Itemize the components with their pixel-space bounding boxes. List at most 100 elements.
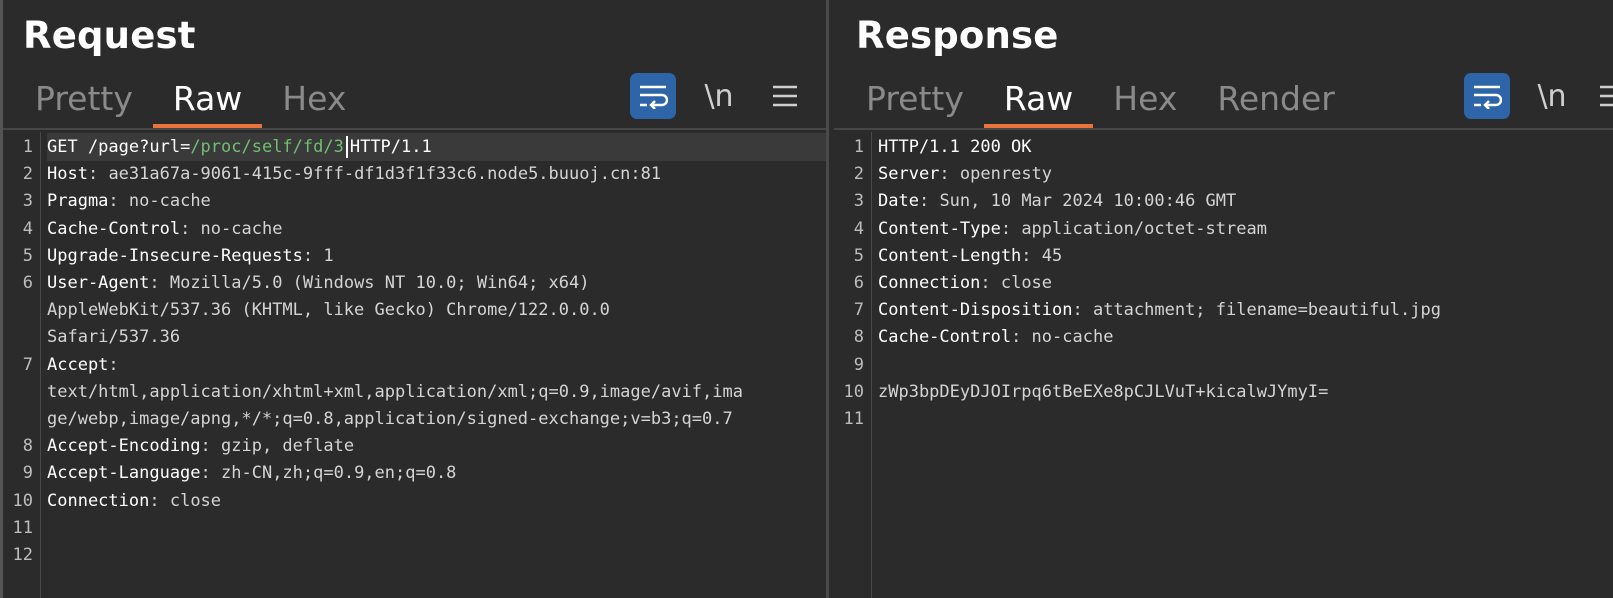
line-number: 4 [22, 218, 33, 239]
header-value: application/octet-stream [1021, 218, 1267, 239]
code-line: Date: Sun, 10 Mar 2024 10:00:46 GMT [878, 191, 1237, 212]
response-tabs: Pretty Raw Hex Render [846, 78, 1355, 128]
code-line: Accept-Encoding: gzip, deflate [47, 436, 355, 457]
line-number: 9 [22, 463, 33, 484]
line-number: 7 [853, 300, 864, 321]
header-name: Cache-Control [878, 327, 1012, 348]
request-menu-button[interactable] [762, 73, 808, 119]
line-number: 3 [853, 191, 864, 212]
header-value: zh-CN,zh;q=0.9,en;q=0.8 [221, 463, 457, 484]
code-line: Accept-Language: zh-CN,zh;q=0.9,en;q=0.8 [47, 463, 457, 484]
request-line-text: GET /page? [47, 137, 150, 157]
response-tab-raw[interactable]: Raw [983, 78, 1094, 128]
line-number: 7 [22, 354, 33, 375]
header-value: attachment; filename=beautiful.jpg [1092, 300, 1441, 321]
code-line: Cache-Control: no-cache [47, 218, 283, 239]
line-text: ge/webp,image/apng,*/*;q=0.8,application… [47, 409, 733, 429]
code-line: text/html,application/xhtml+xml,applicat… [47, 378, 828, 406]
line-number: 4 [853, 218, 864, 239]
header-name: Content-Type [878, 218, 1001, 239]
header-value: 45 [1041, 245, 1063, 266]
request-tabs: Pretty Raw Hex [15, 78, 366, 128]
code-line: Pragma: no-cache [47, 191, 211, 212]
header-name: Pragma [47, 191, 109, 212]
text-caret [345, 136, 348, 158]
response-code[interactable]: HTTP/1.1 200 OK Server: openresty Date: Su… [878, 132, 1613, 598]
request-editor[interactable]: 1 2 3 4 5 6 7 8 9 10 11 12 GET /page?url=/proc/self… [3, 132, 828, 598]
header-name: Server [878, 164, 940, 185]
response-tab-hex[interactable]: Hex [1093, 78, 1197, 128]
line-number: 1 [22, 137, 33, 157]
code-line: zWp3bpDEyDJOIrpq6tBeEXe8pCJLVuT+kicalwJY… [878, 378, 1613, 406]
header-name: Connection [878, 273, 981, 293]
header-value: 1 [323, 245, 334, 266]
response-line-gutter: 1 2 3 4 5 6 7 8 9 10 11 [834, 132, 872, 598]
code-line: Content-Disposition: attachment; filenam… [878, 300, 1441, 321]
code-line: GET /page?url=/proc/self/fd/3 HTTP/1.1 [47, 133, 828, 161]
line-text: Safari/537.36 [47, 327, 181, 348]
response-editor[interactable]: 1 2 3 4 5 6 7 8 9 10 11 HTTP/1.1 200 OK Server: ope… [834, 132, 1613, 598]
response-wrap-button[interactable] [1464, 73, 1510, 119]
request-line-text: HTTP/1.1 [349, 137, 432, 157]
request-tab-pretty[interactable]: Pretty [15, 78, 153, 128]
line-number: 8 [22, 436, 33, 457]
header-value: close [169, 490, 222, 511]
header-name: Accept-Encoding [47, 436, 201, 457]
line-number: 5 [853, 245, 864, 266]
code-line: Safari/537.36 [47, 323, 828, 351]
line-number: 6 [22, 273, 33, 293]
line-number: 12 [12, 545, 33, 565]
header-value: gzip, deflate [221, 436, 355, 457]
request-line-gutter: 1 2 3 4 5 6 7 8 9 10 11 12 [3, 132, 41, 598]
code-line: Content-Type: application/octet-stream [878, 218, 1267, 239]
response-tab-pretty[interactable]: Pretty [846, 78, 984, 128]
line-number: 11 [843, 409, 864, 429]
header-name: Accept [47, 354, 109, 375]
header-value: close [1000, 273, 1053, 293]
request-newline-toggle[interactable]: \n [696, 73, 742, 119]
line-number: 9 [853, 354, 864, 375]
request-tab-raw[interactable]: Raw [152, 78, 263, 128]
header-name: Host [47, 164, 88, 185]
code-line: Upgrade-Insecure-Requests: 1 [47, 245, 334, 266]
request-code[interactable]: GET /page?url=/proc/self/fd/3 HTTP/1.1 Hos… [47, 132, 828, 598]
request-tab-divider [3, 128, 828, 130]
code-line: User-Agent: Mozilla/5.0 (Windows NT 10.0… [47, 273, 590, 293]
request-tab-hex[interactable]: Hex [262, 78, 366, 128]
text-wrap-icon [1474, 85, 1502, 109]
code-line: Connection: close [878, 273, 1053, 293]
header-name: Upgrade-Insecure-Requests [47, 245, 303, 266]
header-name: User-Agent [47, 273, 150, 293]
line-number: 6 [853, 273, 864, 293]
request-title: Request [23, 14, 196, 57]
header-value: no-cache [200, 218, 283, 239]
header-value: Sun, 10 Mar 2024 10:00:46 GMT [939, 191, 1237, 212]
code-line: Cache-Control: no-cache [878, 327, 1114, 348]
response-menu-button[interactable] [1589, 73, 1613, 119]
header-value: no-cache [1031, 327, 1114, 348]
code-line: Connection: close [47, 490, 222, 511]
header-name: Content-Disposition [878, 300, 1073, 321]
response-newline-toggle[interactable]: \n [1529, 73, 1575, 119]
header-value: no-cache [128, 191, 211, 212]
code-line: AppleWebKit/537.36 (KHTML, like Gecko) C… [47, 296, 828, 324]
pane-splitter[interactable] [826, 0, 829, 598]
header-value: openresty [959, 164, 1053, 185]
response-tab-render[interactable]: Render [1197, 78, 1354, 128]
line-text: HTTP/1.1 200 OK [878, 137, 1032, 157]
request-line-text: url= [149, 137, 191, 157]
code-line: Host: ae31a67a-9061-415c-9fff-df1d3f1f33… [47, 164, 662, 185]
hamburger-menu-icon [773, 85, 797, 107]
header-name: Accept-Language [47, 463, 201, 484]
text-wrap-icon [640, 85, 668, 109]
request-wrap-button[interactable] [630, 73, 676, 119]
header-name: Content-Length [878, 245, 1022, 266]
response-title: Response [856, 14, 1059, 57]
response-tab-divider [834, 128, 1613, 130]
line-text: text/html,application/xhtml+xml,applicat… [47, 381, 743, 402]
line-number: 2 [22, 164, 33, 185]
line-number: 10 [843, 381, 864, 402]
